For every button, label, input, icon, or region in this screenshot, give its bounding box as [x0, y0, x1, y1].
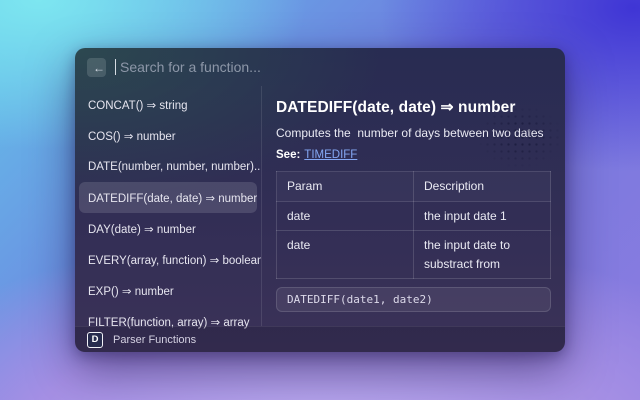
window-body: CONCAT() ⇒ string COS() ⇒ number DATE(nu…	[75, 86, 565, 326]
search-input[interactable]	[118, 58, 553, 76]
param-cell: date	[277, 231, 414, 279]
param-column-header: Param	[277, 172, 414, 202]
search-bar: ←	[75, 48, 565, 86]
description-cell: the input date to substract from	[414, 231, 551, 279]
sidebar-item-day[interactable]: DAY(date) ⇒ number	[75, 213, 261, 244]
table-row: date the input date to substract from	[277, 231, 551, 279]
window-footer: D Parser Functions	[75, 326, 565, 352]
search-input-wrap	[115, 58, 553, 76]
back-button[interactable]: ←	[87, 58, 106, 77]
sidebar-item-concat[interactable]: CONCAT() ⇒ string	[75, 89, 261, 120]
sidebar-item-date[interactable]: DATE(number, number, number)...	[75, 151, 261, 182]
params-table: Param Description date the input date 1 …	[276, 171, 551, 279]
timediff-link[interactable]: TIMEDIFF	[304, 149, 357, 161]
description-cell: the input date 1	[414, 201, 551, 231]
see-label: See:	[276, 149, 300, 161]
footer-label: Parser Functions	[113, 334, 196, 346]
description-column-header: Description	[414, 172, 551, 202]
function-browser-window: ← CONCAT() ⇒ string COS() ⇒ number DATE(…	[75, 48, 565, 352]
sidebar-item-cos[interactable]: COS() ⇒ number	[75, 120, 261, 151]
desktop-background: ← CONCAT() ⇒ string COS() ⇒ number DATE(…	[0, 0, 640, 400]
code-example: DATEDIFF(date1, date2)	[276, 287, 551, 312]
param-cell: date	[277, 201, 414, 231]
sidebar-item-exp[interactable]: EXP() ⇒ number	[75, 275, 261, 306]
sidebar-item-every[interactable]: EVERY(array, function) ⇒ boolean	[75, 244, 261, 275]
text-caret	[115, 59, 116, 75]
parser-logo-icon: D	[87, 332, 103, 348]
function-list: CONCAT() ⇒ string COS() ⇒ number DATE(nu…	[75, 86, 262, 326]
table-row: date the input date 1	[277, 201, 551, 231]
table-header-row: Param Description	[277, 172, 551, 202]
function-detail-panel: DATEDIFF(date, date) ⇒ number Computes t…	[262, 86, 565, 326]
sidebar-item-datediff[interactable]: DATEDIFF(date, date) ⇒ number	[79, 182, 257, 213]
dot-pattern-decoration	[477, 106, 563, 168]
